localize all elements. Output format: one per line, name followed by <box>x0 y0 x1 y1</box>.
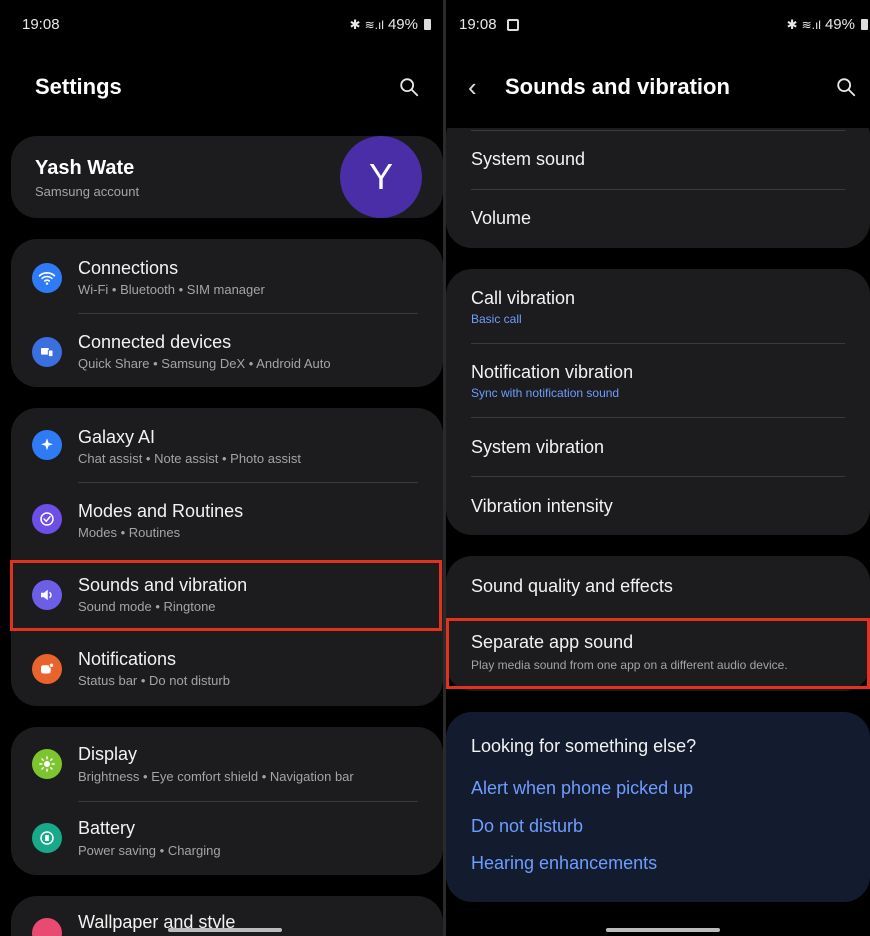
settings-item-notifications[interactable]: Notifications Status bar • Do not distur… <box>11 630 443 704</box>
settings-item-title: System vibration <box>471 437 605 457</box>
settings-item-subtitle: Sync with notification sound <box>471 386 620 400</box>
settings-screen: 19:08 ✱ ≋.ıl 49% Settings Yash Wate Sams… <box>0 0 443 936</box>
battery-percent: 49% <box>824 16 855 33</box>
settings-item-subtitle: Status bar • Do not disturb <box>78 673 230 688</box>
settings-item-system-sound[interactable]: System sound <box>446 130 870 189</box>
settings-item-title: Display <box>78 744 138 764</box>
search-icon[interactable] <box>835 76 857 98</box>
scroll-fade <box>446 106 870 128</box>
settings-item-title: Notification vibration <box>471 362 634 382</box>
settings-item-display[interactable]: Display Brightness • Eye comfort shield … <box>11 727 443 801</box>
settings-item-system-vibration[interactable]: System vibration <box>446 417 870 476</box>
settings-item-title: Call vibration <box>471 288 576 308</box>
sounds-header: ‹ Sounds and vibration <box>446 72 870 106</box>
settings-item-modes-routines[interactable]: Modes and Routines Modes • Routines <box>11 482 443 556</box>
gesture-bar[interactable] <box>606 928 720 932</box>
settings-header: Settings <box>0 72 443 106</box>
search-icon[interactable] <box>398 76 420 98</box>
page-title: Settings <box>35 74 122 99</box>
settings-item-title: Battery <box>78 818 136 838</box>
settings-item-subtitle: Wi-Fi • Bluetooth • SIM manager <box>78 282 265 297</box>
status-time: 19:08 <box>459 16 497 33</box>
account-subtitle: Samsung account <box>35 184 140 199</box>
status-bar: 19:08 ✱ ≋.ıl 49% <box>0 16 443 38</box>
settings-item-subtitle: Quick Share • Samsung DeX • Android Auto <box>78 356 331 371</box>
wifi-signal-icon: ≋.ıl <box>364 17 384 32</box>
account-card[interactable]: Yash Wate Samsung account Y <box>11 136 443 218</box>
highlight-box <box>446 618 870 689</box>
settings-item-title: Galaxy AI <box>78 427 156 447</box>
gallery-notification-icon <box>507 19 519 31</box>
settings-item-title: Volume <box>471 208 532 228</box>
wifi-signal-icon: ≋.ıl <box>801 17 821 32</box>
wifi-icon <box>32 263 62 293</box>
link-hearing-enhancements[interactable]: Hearing enhancements <box>471 853 657 874</box>
status-time: 19:08 <box>22 16 60 33</box>
settings-item-subtitle: Power saving • Charging <box>78 843 221 858</box>
bell-badge-icon <box>32 654 62 684</box>
settings-item-subtitle: Basic call <box>471 312 522 326</box>
settings-group-display: Display Brightness • Eye comfort shield … <box>11 727 443 875</box>
settings-item-call-vibration[interactable]: Call vibration Basic call <box>446 269 870 343</box>
devices-icon <box>32 337 62 367</box>
avatar[interactable]: Y <box>340 136 422 218</box>
battery-status-icon <box>424 19 431 30</box>
sound-group-system: System sound Volume <box>446 110 870 248</box>
sparkle-icon <box>32 430 62 460</box>
settings-item-subtitle: Brightness • Eye comfort shield • Naviga… <box>78 769 354 784</box>
settings-item-title: Notifications <box>78 649 177 669</box>
battery-icon <box>32 823 62 853</box>
sounds-vibration-screen: 19:08 ✱ ≋.ıl 49% ‹ Sounds and vibration … <box>446 0 870 936</box>
settings-item-title: Connected devices <box>78 332 232 352</box>
sun-icon <box>32 749 62 779</box>
gesture-bar[interactable] <box>168 928 282 932</box>
link-do-not-disturb[interactable]: Do not disturb <box>471 816 583 837</box>
settings-group-main: Galaxy AI Chat assist • Note assist • Ph… <box>11 408 443 706</box>
battery-status-icon <box>861 19 868 30</box>
looking-heading: Looking for something else? <box>471 736 697 756</box>
settings-item-title: Sound quality and effects <box>471 576 673 596</box>
status-bar: 19:08 ✱ ≋.ıl 49% <box>446 16 870 38</box>
settings-group-connections: Connections Wi-Fi • Bluetooth • SIM mana… <box>11 239 443 387</box>
link-alert-when-picked-up[interactable]: Alert when phone picked up <box>471 778 693 799</box>
bluetooth-icon: ✱ <box>349 16 361 32</box>
looking-for-something-card: Looking for something else? Alert when p… <box>446 712 870 902</box>
settings-item-notification-vibration[interactable]: Notification vibration Sync with notific… <box>446 343 870 417</box>
check-circle-icon <box>32 504 62 534</box>
highlight-box <box>10 560 442 631</box>
settings-item-title: Connections <box>78 258 179 278</box>
account-name: Yash Wate <box>35 157 135 179</box>
settings-item-title: Vibration intensity <box>471 496 613 516</box>
settings-item-subtitle: Modes • Routines <box>78 525 181 540</box>
vibration-group: Call vibration Basic call Notification v… <box>446 269 870 535</box>
settings-item-connections[interactable]: Connections Wi-Fi • Bluetooth • SIM mana… <box>11 239 443 313</box>
settings-item-vibration-intensity[interactable]: Vibration intensity <box>446 476 870 535</box>
page-title: Sounds and vibration <box>505 74 730 99</box>
settings-item-subtitle: Chat assist • Note assist • Photo assist <box>78 451 301 466</box>
bluetooth-icon: ✱ <box>786 16 798 32</box>
settings-item-volume[interactable]: Volume <box>446 189 870 248</box>
settings-item-sound-quality[interactable]: Sound quality and effects <box>446 556 870 615</box>
settings-item-title: System sound <box>471 149 586 169</box>
battery-percent: 49% <box>387 16 418 33</box>
settings-item-battery[interactable]: Battery Power saving • Charging <box>11 801 443 875</box>
palette-icon <box>32 918 62 936</box>
settings-item-title: Modes and Routines <box>78 501 244 521</box>
back-arrow-icon[interactable]: ‹ <box>468 72 477 103</box>
settings-item-connected-devices[interactable]: Connected devices Quick Share • Samsung … <box>11 313 443 387</box>
settings-item-galaxy-ai[interactable]: Galaxy AI Chat assist • Note assist • Ph… <box>11 408 443 482</box>
